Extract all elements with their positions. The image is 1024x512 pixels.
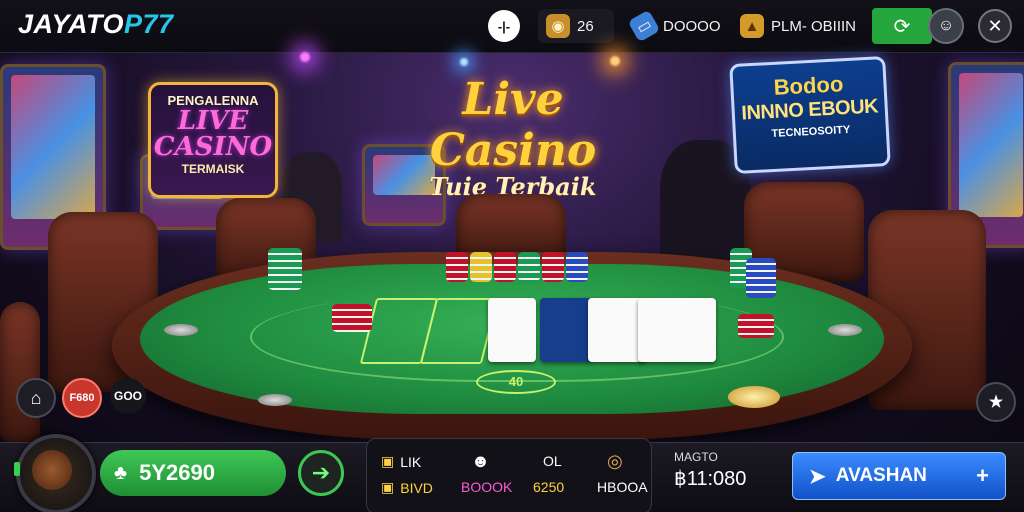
refresh-icon: ⟳ [893, 15, 911, 38]
chip-stack[interactable] [518, 252, 540, 282]
coins-counter[interactable]: ◉ 26 [538, 9, 614, 43]
chip-icon: ▣ [381, 453, 395, 469]
cup-holder [258, 394, 292, 406]
chip-stack[interactable] [494, 252, 516, 282]
chip-stack[interactable] [746, 258, 776, 298]
hero-title-main: Live Casino [429, 74, 597, 176]
chip-stack[interactable] [728, 386, 780, 408]
chip-icon: ▣ [381, 479, 395, 495]
play-button[interactable]: ➤ AVASHAN + [792, 452, 1006, 500]
stat-item: BOOOK [461, 479, 512, 495]
playing-card[interactable] [638, 298, 716, 362]
stats-button[interactable]: -|- [488, 10, 520, 42]
chip-stack[interactable] [332, 304, 372, 332]
wallet-icon: ♣ [114, 461, 128, 484]
ceiling-light [300, 52, 310, 62]
coins-value: 26 [577, 17, 594, 35]
ceiling-light [460, 58, 468, 66]
stat-item: OL [543, 453, 562, 469]
player-avatar[interactable] [16, 434, 96, 512]
arrow-right-icon: ➔ [311, 460, 331, 485]
ticket-icon: ▭ [627, 9, 661, 43]
stat-value: LIK [400, 453, 422, 470]
favorite-button[interactable]: ★ [976, 382, 1016, 422]
badge-red-button[interactable]: F680 [62, 378, 102, 418]
stat-item: ▣ BIVD [381, 479, 433, 496]
stat-value: HBOOA [597, 479, 648, 495]
close-button[interactable]: ✕ [978, 9, 1012, 43]
refresh-button[interactable]: ⟳ [872, 8, 932, 44]
stat-item: ▣ LIK [381, 453, 421, 470]
clock-label: MAGTO [674, 450, 718, 464]
casino-scene: PENGALENNA LIVE CASINO TERMAISK Live Cas… [0, 52, 1024, 442]
cup-holder [164, 324, 198, 336]
balance-display[interactable]: ♣ 5Y2690 [100, 450, 286, 496]
logo-text-primary: JAYATO [18, 9, 125, 39]
hero-title: Live Casino Tuie Terbaik [378, 74, 648, 201]
chip-stack[interactable] [738, 314, 774, 338]
gold-counter[interactable]: ▲ PLM- OBIIIN [740, 9, 856, 43]
chip-stack[interactable] [542, 252, 564, 282]
plus-icon: + [976, 463, 989, 488]
tickets-counter[interactable]: ▭ DOOOO [627, 9, 721, 43]
stat-item: ☻ [471, 451, 490, 472]
close-icon: ✕ [987, 15, 1003, 36]
face-icon: ☻ [471, 451, 490, 471]
cup-holder [828, 324, 862, 336]
chip-stack[interactable] [268, 248, 302, 290]
tickets-value: DOOOO [663, 17, 721, 35]
promo-sign-left: PENGALENNA LIVE CASINO TERMAISK [148, 82, 278, 198]
stat-value: BOOOK [461, 479, 513, 495]
send-icon: ➤ [809, 465, 826, 488]
gold-bag-icon: ▲ [740, 14, 764, 38]
sign-footer: TECNEOSOITY [771, 123, 851, 141]
stat-value: BIVD [400, 479, 433, 496]
ring-icon: ◎ [607, 451, 623, 471]
top-bar: JAYATOP77 -|- ◉ 26 ▭ DOOOO ▲ PLM- OBIIIN… [0, 0, 1024, 53]
ceiling-light [610, 56, 620, 66]
badge-dark-label: GOO [113, 389, 142, 403]
star-icon: ★ [988, 394, 1004, 411]
player-stats-panel: ▣ LIK ▣ BIVD ☻ BOOOK OL 6250 ◎ HBOOA [366, 438, 652, 512]
brand-logo[interactable]: JAYATOP77 [18, 9, 174, 40]
stat-item: ◎ [607, 451, 623, 472]
sign-footer: TERMAISK [181, 162, 245, 176]
badge-red-label: F680 [69, 392, 95, 404]
stat-value: OL [543, 453, 562, 469]
casino-app: JAYATOP77 -|- ◉ 26 ▭ DOOOO ▲ PLM- OBIIIN… [0, 0, 1024, 512]
chip-stack[interactable] [446, 252, 468, 282]
user-icon: ☺ [937, 17, 955, 34]
playing-card[interactable] [488, 298, 536, 362]
promo-sign-right[interactable]: Bodoo INNNO EBOUK TECNEOSOITY [729, 55, 891, 175]
home-button[interactable]: ⌂ [16, 378, 56, 418]
sign-headline: LIVE [177, 106, 249, 136]
clock-value: ฿11:080 [674, 468, 747, 490]
sign-headline: CASINO [153, 132, 273, 162]
home-icon: ⌂ [30, 387, 42, 408]
stat-item: 6250 [533, 479, 564, 495]
stat-item: HBOOA [597, 479, 648, 495]
badge-dark-button[interactable]: GOO [110, 378, 146, 414]
playing-card[interactable] [540, 298, 592, 362]
gold-value: PLM- OBIIIN [771, 17, 857, 35]
profile-button[interactable]: ☺ [928, 8, 964, 44]
deposit-button[interactable]: ➔ [298, 450, 344, 496]
coin-stack-icon: ◉ [546, 14, 570, 38]
online-indicator [14, 462, 20, 476]
stat-value: 6250 [533, 479, 565, 495]
balance-value: 5Y2690 [139, 460, 215, 485]
chair [0, 302, 40, 442]
chip-stack[interactable] [470, 252, 492, 282]
chart-icon: -|- [497, 18, 511, 34]
chip-stack[interactable] [566, 252, 588, 282]
logo-text-accent: P77 [124, 9, 174, 39]
table-limit-marker: 40 [476, 370, 556, 394]
play-label: AVASHAN [835, 465, 927, 486]
